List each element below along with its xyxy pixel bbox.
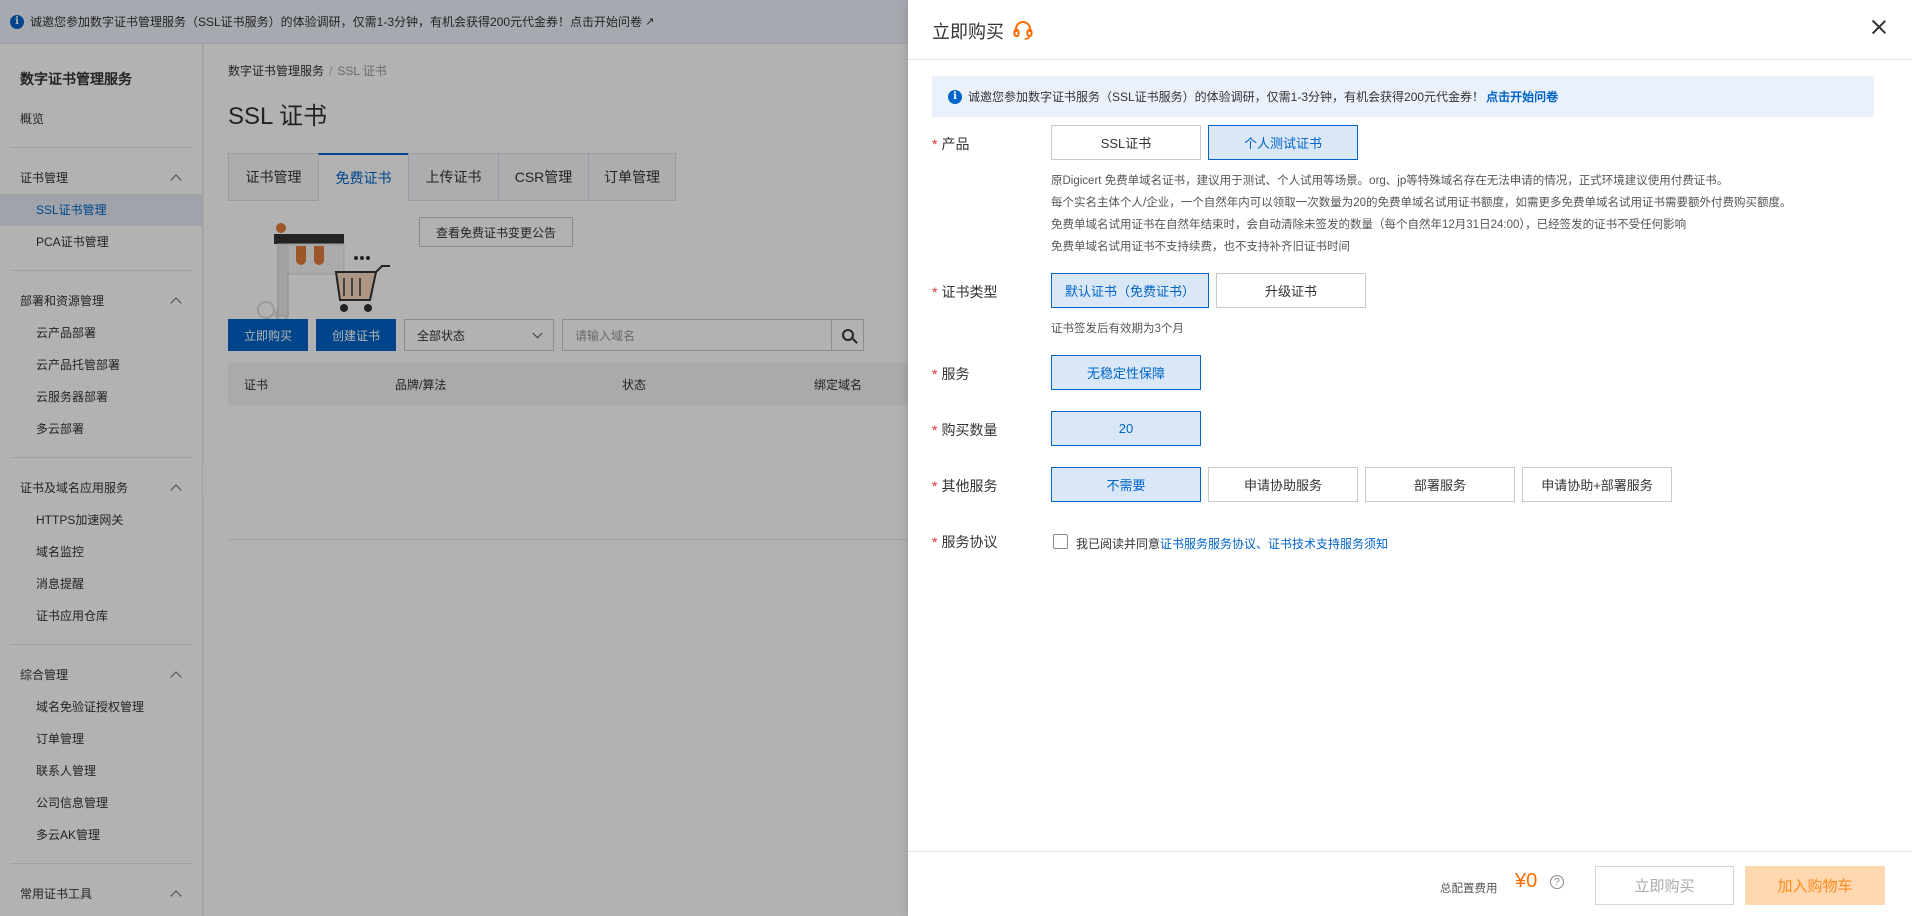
- other-service-option-assist[interactable]: 申请协助服务: [1208, 467, 1358, 502]
- product-option-ssl[interactable]: SSL证书: [1051, 125, 1201, 160]
- drawer-footer: 总配置费用 ¥0 ? 立即购买 加入购物车: [908, 851, 1912, 916]
- cert-type-label: * 证书类型: [932, 284, 998, 300]
- cert-type-option-upgrade[interactable]: 升级证书: [1216, 273, 1366, 308]
- agreement-prefix: 我已阅读并同意: [1076, 537, 1161, 551]
- other-service-option-none[interactable]: 不需要: [1051, 467, 1201, 502]
- service-option-no-stability[interactable]: 无稳定性保障: [1051, 355, 1201, 390]
- info-icon: i: [948, 89, 962, 104]
- product-desc-line: 免费单域名试用证书不支持续费，也不支持补齐旧证书时间: [1051, 241, 1350, 253]
- service-label: * 服务: [932, 366, 970, 382]
- product-desc-line: 每个实名主体个人/企业，一个自然年内可以领取一次数量为20的免费单域名试用证书额…: [1051, 197, 1792, 209]
- cert-type-option-default[interactable]: 默认证书（免费证书）: [1051, 273, 1209, 308]
- drawer-header: 立即购买: [908, 0, 1912, 60]
- total-fee-value: ¥0: [1515, 870, 1538, 892]
- quantity-label: * 购买数量: [932, 422, 998, 438]
- cert-type-description: 证书签发后有效期为3个月: [1051, 323, 1184, 335]
- product-label: * 产品: [932, 136, 970, 152]
- agreement-label: * 服务协议: [932, 534, 998, 550]
- product-description: 原Digicert 免费单域名证书，建议用于测试、个人试用等场景。org、jp等…: [1051, 170, 1791, 258]
- agreement-text: 我已阅读并同意证书服务服务协议、证书技术支持服务须知: [1076, 535, 1388, 552]
- agreement-link[interactable]: 证书服务服务协议、证书技术支持服务须知: [1160, 537, 1388, 551]
- other-service-option-assist-deploy[interactable]: 申请协助+部署服务: [1522, 467, 1672, 502]
- drawer-buy-now-button[interactable]: 立即购买: [1595, 866, 1734, 905]
- product-desc-line: 免费单域名试用证书在自然年结束时，会自动清除未签发的数量（每个自然年12月31日…: [1051, 219, 1687, 231]
- other-service-label: * 其他服务: [932, 478, 998, 494]
- add-to-cart-button[interactable]: 加入购物车: [1745, 866, 1885, 905]
- buy-drawer: 立即购买 i 诚邀您参加数字证书服务（SSL证书服务）的体验调研，仅需1-3分钟…: [908, 0, 1912, 916]
- close-icon[interactable]: [1872, 20, 1886, 34]
- headset-icon[interactable]: [1012, 19, 1034, 41]
- start-survey-link[interactable]: 点击开始问卷: [1486, 88, 1558, 105]
- drawer-alert-text: 诚邀您参加数字证书服务（SSL证书服务）的体验调研，仅需1-3分钟，有机会获得2…: [968, 90, 1485, 104]
- product-desc-line: 原Digicert 免费单域名证书，建议用于测试、个人试用等场景。org、jp等…: [1051, 175, 1729, 187]
- other-service-option-deploy[interactable]: 部署服务: [1365, 467, 1515, 502]
- quantity-option[interactable]: 20: [1051, 411, 1201, 446]
- total-fee-label: 总配置费用: [1440, 883, 1498, 895]
- help-icon[interactable]: ?: [1550, 875, 1564, 889]
- product-option-personal-test[interactable]: 个人测试证书: [1208, 125, 1358, 160]
- drawer-survey-alert: i 诚邀您参加数字证书服务（SSL证书服务）的体验调研，仅需1-3分钟，有机会获…: [932, 76, 1874, 117]
- drawer-title: 立即购买: [932, 22, 1004, 42]
- agreement-checkbox[interactable]: [1053, 534, 1068, 549]
